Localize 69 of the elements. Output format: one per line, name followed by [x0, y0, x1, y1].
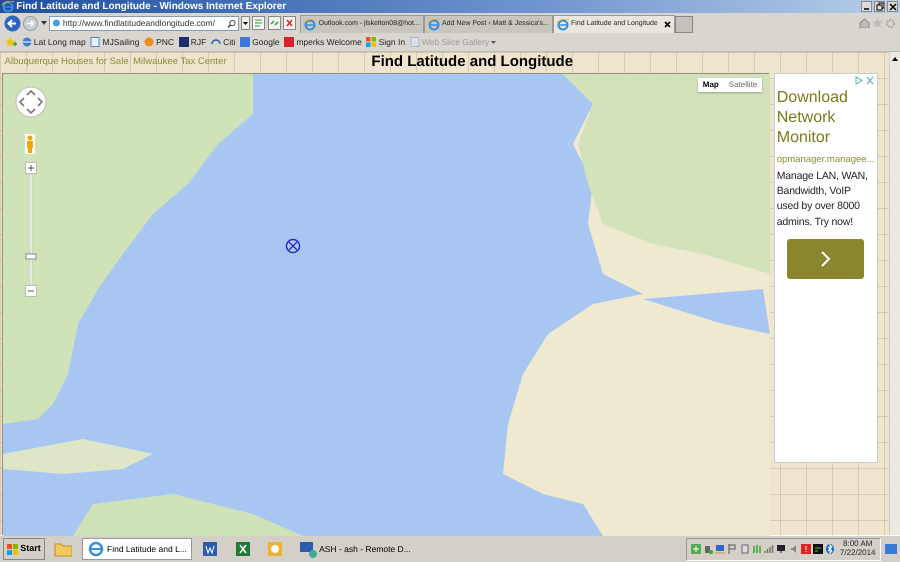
- browser-logo-icon: [86, 540, 105, 558]
- browser-logo-icon: [304, 18, 316, 30]
- close-button[interactable]: [887, 1, 898, 12]
- flag-icon[interactable]: [727, 544, 738, 554]
- circle-logo-icon: [144, 37, 154, 47]
- dropdown-caret-icon[interactable]: [40, 21, 46, 25]
- bluetooth-icon[interactable]: [825, 544, 836, 554]
- monitor-icon[interactable]: [776, 544, 786, 554]
- refresh-icon[interactable]: [268, 16, 280, 30]
- dropdown-caret-icon[interactable]: [241, 16, 250, 30]
- restore-icon: [874, 2, 884, 11]
- remote-desktop-icon: [298, 540, 317, 558]
- favorite-link[interactable]: RJF: [178, 36, 206, 48]
- browser-logo-icon: [556, 18, 569, 30]
- windows-logo-icon: [366, 37, 376, 47]
- scrollbar[interactable]: [889, 52, 900, 535]
- map-type-button[interactable]: Satellite: [724, 78, 762, 92]
- clock-time: 8:00 AM: [842, 540, 874, 549]
- page-icon: [410, 37, 420, 47]
- ad-choices-icon[interactable]: [854, 76, 875, 85]
- network-computer-icon[interactable]: [715, 544, 726, 554]
- address-field[interactable]: http://www.findlatitudeandlongitude.com/: [48, 16, 239, 30]
- spreadsheet-x-icon: [234, 540, 252, 558]
- page-heading: Find Latitude and Longitude: [371, 52, 574, 72]
- dropdown-caret-icon: [491, 40, 496, 44]
- zoom-slider-icon[interactable]: [25, 162, 38, 297]
- pegman-icon[interactable]: [25, 134, 36, 154]
- favorite-link[interactable]: Lat Long map: [22, 36, 86, 48]
- minimize-button[interactable]: [860, 1, 872, 12]
- block-logo-icon: [284, 37, 294, 47]
- square-logo-icon: [178, 37, 189, 47]
- ad-headline[interactable]: Download Network Monitor: [776, 88, 875, 148]
- grid-icon[interactable]: [690, 544, 701, 554]
- browser-logo-icon: [428, 18, 440, 30]
- browser-logo-icon: [2, 0, 14, 12]
- restore-button[interactable]: [874, 1, 885, 12]
- page-icon: [90, 37, 100, 47]
- favorite-link[interactable]: mperks Welcome: [284, 36, 362, 48]
- home-icon[interactable]: [858, 18, 870, 28]
- taskbar-button[interactable]: Find Latitude and L...: [82, 538, 192, 560]
- document-w-icon: [201, 540, 220, 558]
- favorite-link[interactable]: MJSailing: [90, 36, 140, 48]
- star-plus-icon[interactable]: [4, 36, 17, 48]
- chevron-icon: [820, 250, 832, 268]
- chart-icon[interactable]: [813, 544, 824, 554]
- close-tab-icon[interactable]: [664, 21, 671, 28]
- close-icon: [888, 2, 897, 11]
- ad-domain[interactable]: opmanager.managee...: [776, 152, 875, 167]
- arc-logo-icon: [210, 37, 221, 47]
- favorite-link[interactable]: PNC: [144, 36, 174, 48]
- alert-icon[interactable]: [800, 544, 811, 554]
- windows-logo-icon: [7, 544, 18, 554]
- ad-arrow-button[interactable]: [787, 238, 864, 279]
- globe-icon: [22, 37, 32, 47]
- star-icon[interactable]: [872, 18, 883, 28]
- location-marker-icon: [285, 238, 302, 254]
- search-icon[interactable]: [228, 18, 236, 28]
- favorite-link[interactable]: Google: [240, 36, 280, 48]
- favorite-link[interactable]: Sign In: [366, 36, 406, 48]
- stop-icon[interactable]: [282, 16, 296, 30]
- favorite-link[interactable]: Citi: [210, 36, 236, 48]
- start-button[interactable]: Start: [3, 538, 45, 560]
- clock-date: 7/22/2014: [840, 549, 876, 558]
- window-title: Find Latitude and Longitude - Windows Internet Explorer: [16, 0, 288, 14]
- map-type-button[interactable]: Map: [698, 78, 724, 92]
- pan-control-icon[interactable]: [15, 86, 48, 118]
- taskbar-button[interactable]: ASH - ash - Remote D...: [294, 538, 416, 560]
- square-logo-icon: [240, 37, 250, 47]
- ad-text: Manage LAN, WAN, Bandwidth, VoIP used by over 8000 admins. Try now!: [776, 169, 869, 230]
